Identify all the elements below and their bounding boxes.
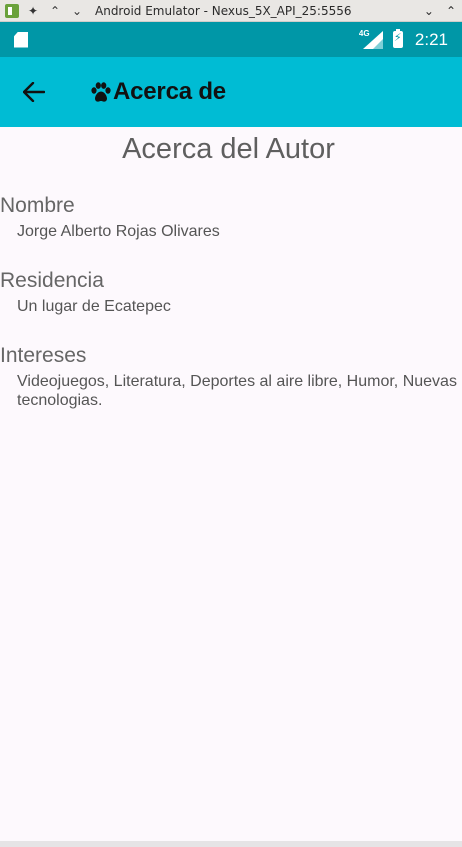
battery-charging-icon: ⚡ bbox=[392, 29, 403, 48]
sd-card-icon bbox=[14, 31, 28, 48]
network-type-label: 4G bbox=[358, 28, 370, 38]
signal-icon: 4G bbox=[358, 28, 383, 49]
window-titlebar: ✦ ⌃ ⌄ Android Emulator - Nexus_5X_API_25… bbox=[0, 0, 462, 22]
back-button[interactable] bbox=[12, 70, 56, 114]
section-value: Un lugar de Ecatepec bbox=[17, 298, 171, 315]
app-bar-title: Acerca de bbox=[113, 78, 226, 105]
arrow-back-icon bbox=[23, 82, 45, 102]
status-clock: 2:21 bbox=[414, 29, 448, 49]
app-bar: Acerca de bbox=[0, 57, 462, 127]
keep-above-icon[interactable]: ⌃ bbox=[47, 4, 63, 18]
section-label: Intereses bbox=[0, 344, 87, 367]
emulator-app-icon bbox=[5, 3, 19, 18]
paw-icon bbox=[90, 81, 112, 103]
page-title: Acerca del Autor bbox=[122, 133, 335, 165]
bottom-edge bbox=[0, 841, 462, 847]
window-title: Android Emulator - Nexus_5X_API_25:5556 bbox=[95, 3, 352, 18]
section-value: Videojuegos, Literatura, Deportes al air… bbox=[17, 373, 457, 409]
section-intereses: Intereses Videojuegos, Literatura, Depor… bbox=[0, 343, 462, 410]
keep-below-icon[interactable]: ⌄ bbox=[69, 4, 85, 18]
status-bar: 4G ⚡ 2:21 bbox=[0, 22, 462, 57]
about-content: Acerca del Autor Nombre Jorge Alberto Ro… bbox=[0, 127, 462, 841]
section-nombre: Nombre Jorge Alberto Rojas Olivares bbox=[0, 193, 462, 241]
section-residencia: Residencia Un lugar de Ecatepec bbox=[0, 268, 462, 316]
section-value: Jorge Alberto Rojas Olivares bbox=[17, 223, 220, 240]
maximize-icon[interactable]: ⌃ bbox=[446, 4, 456, 18]
minimize-icon[interactable]: ⌄ bbox=[424, 4, 434, 18]
section-label: Residencia bbox=[0, 269, 104, 292]
pin-icon[interactable]: ✦ bbox=[25, 4, 41, 18]
section-label: Nombre bbox=[0, 194, 75, 217]
